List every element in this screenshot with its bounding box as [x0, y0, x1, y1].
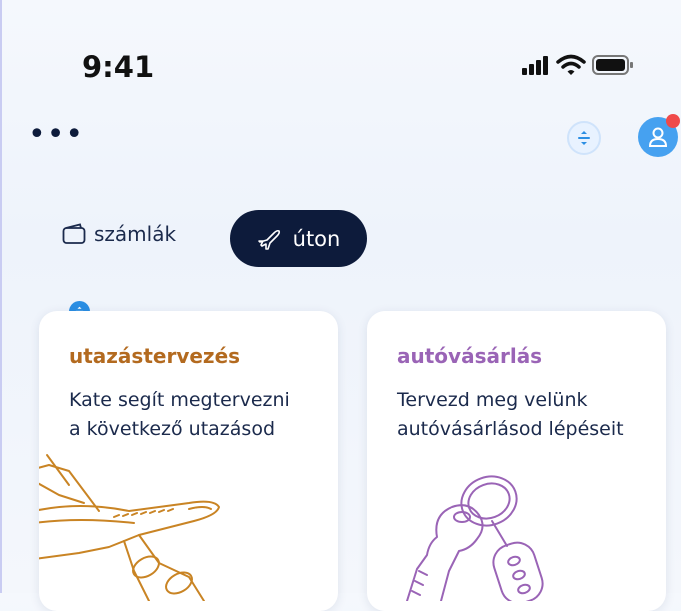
window-edge	[0, 0, 2, 593]
tab-accounts-label: számlák	[94, 222, 177, 246]
plane-icon	[257, 229, 280, 250]
tab-on-the-road[interactable]: úton	[230, 210, 367, 267]
more-menu-icon[interactable]: •••	[28, 120, 84, 150]
card-description-line: Kate segít megtervezni	[69, 389, 290, 411]
profile-avatar[interactable]	[638, 114, 680, 157]
assistant-icon	[578, 131, 590, 145]
tab-accounts[interactable]: számlák	[62, 222, 176, 246]
card-description: Kate segít megtervezni a következő utazá…	[69, 386, 329, 444]
assistant-button[interactable]	[567, 121, 601, 155]
user-icon	[648, 127, 668, 147]
card-car-purchase[interactable]: autóvásárlás Tervezd meg velünk autóvásá…	[367, 311, 666, 611]
wifi-icon	[556, 54, 586, 75]
card-description: Tervezd meg velünk autóvásárlásod lépése…	[397, 386, 657, 444]
card-travel-planning[interactable]: utazástervezés Kate segít megtervezni a …	[39, 311, 338, 611]
card-description-line: autóvásárlásod lépéseit	[397, 418, 624, 440]
status-icons	[522, 54, 634, 76]
card-description-line: a következő utazásod	[69, 418, 276, 440]
status-time: 9:41	[82, 50, 155, 84]
notification-badge	[666, 114, 680, 128]
car-keys-illustration	[406, 475, 544, 601]
battery-icon	[592, 55, 633, 75]
wallet-icon	[62, 223, 86, 244]
card-description-line: Tervezd meg velünk	[397, 389, 588, 411]
tab-on-the-road-label: úton	[292, 226, 341, 251]
airplane-illustration	[39, 454, 220, 601]
card-title: utazástervezés	[69, 344, 241, 368]
card-title: autóvásárlás	[397, 344, 543, 368]
cellular-signal-icon	[522, 56, 548, 75]
